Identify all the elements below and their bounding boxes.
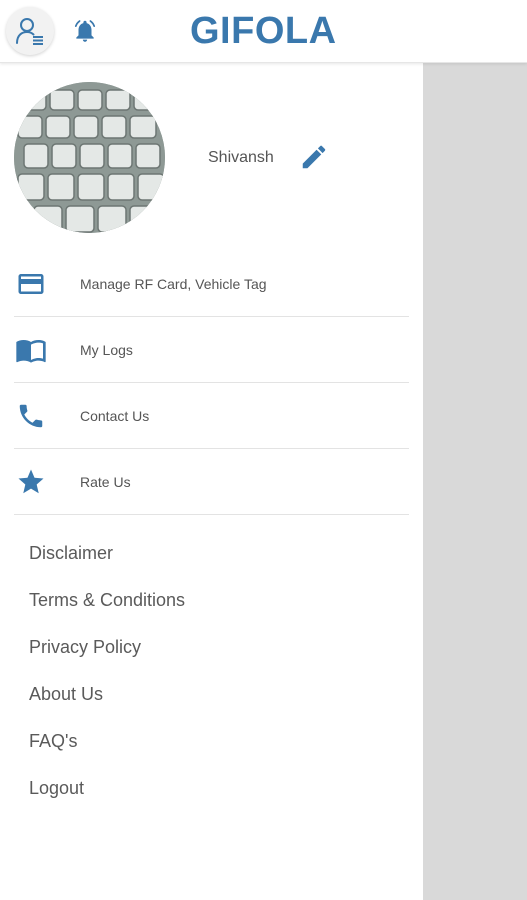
user-list-icon	[16, 18, 43, 45]
user-name: Shivansh	[208, 149, 274, 166]
credit-card-icon	[14, 267, 48, 301]
link-faqs[interactable]: FAQ's	[29, 729, 185, 776]
link-about-us[interactable]: About Us	[29, 682, 185, 729]
menu-item-label: Rate Us	[80, 473, 131, 490]
menu-item-rate-us[interactable]: Rate Us	[14, 449, 409, 515]
app-bar: GIFOLA	[0, 0, 527, 63]
star-icon	[14, 465, 48, 499]
menu-item-label: Contact Us	[80, 407, 150, 424]
menu-item-contact-us[interactable]: Contact Us	[14, 383, 409, 449]
notifications-button[interactable]	[70, 16, 100, 46]
avatar[interactable]	[14, 82, 165, 233]
link-privacy-policy[interactable]: Privacy Policy	[29, 635, 185, 682]
pencil-icon	[302, 145, 326, 169]
menu-item-label: My Logs	[80, 341, 133, 358]
drawer-scrim[interactable]	[423, 63, 527, 900]
navigation-drawer: Shivansh Manage RF Card, Vehicle Tag My …	[0, 63, 423, 900]
logout-button[interactable]: Logout	[29, 776, 185, 823]
drawer-menu: Manage RF Card, Vehicle Tag My Logs Cont…	[14, 251, 409, 515]
app-title: GIFOLA	[190, 10, 337, 52]
phone-icon	[14, 399, 48, 433]
bell-icon	[74, 20, 96, 42]
edit-profile-button[interactable]	[298, 141, 330, 173]
secondary-links: Disclaimer Terms & Conditions Privacy Po…	[29, 541, 185, 823]
menu-item-my-logs[interactable]: My Logs	[14, 317, 409, 383]
menu-item-label: Manage RF Card, Vehicle Tag	[80, 275, 267, 292]
menu-item-manage-rf-card[interactable]: Manage RF Card, Vehicle Tag	[14, 251, 409, 317]
profile-button[interactable]	[6, 7, 54, 55]
link-disclaimer[interactable]: Disclaimer	[29, 541, 185, 588]
book-icon	[14, 333, 48, 367]
link-terms-conditions[interactable]: Terms & Conditions	[29, 588, 185, 635]
